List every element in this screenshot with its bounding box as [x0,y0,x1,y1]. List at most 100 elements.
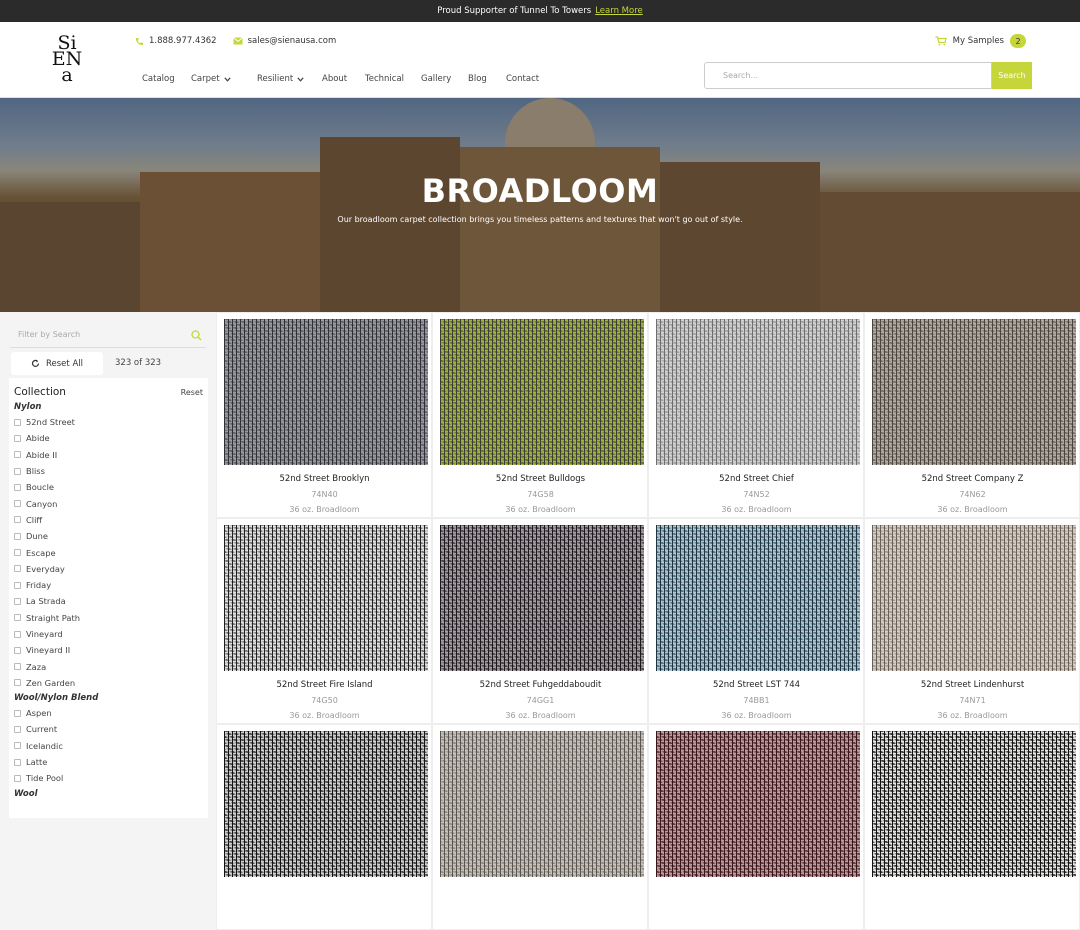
filter-option[interactable]: Zen Garden [14,675,203,691]
my-samples-link[interactable]: My Samples 2 [935,34,1026,48]
filter-checkbox[interactable] [14,646,21,654]
filter-option[interactable]: Boucle [14,479,203,495]
filter-option[interactable]: Escape [14,544,203,560]
nav-carpet[interactable]: Carpet [191,74,257,84]
filter-checkbox[interactable] [14,532,21,540]
filter-checkbox[interactable] [14,725,21,733]
carpet-swatch-image[interactable] [872,319,1076,465]
cart-icon [935,36,947,46]
filter-option[interactable]: 52nd Street [14,414,203,430]
filter-checkbox[interactable] [14,742,21,750]
product-card[interactable]: 52nd Street Chief 74N52 36 oz. Broadloom [648,312,864,518]
filter-checkbox[interactable] [14,774,21,782]
nav-contact[interactable]: Contact [506,74,539,84]
carpet-swatch-image[interactable] [872,731,1076,877]
carpet-swatch-image[interactable] [872,525,1076,671]
filter-checkbox[interactable] [14,549,21,557]
carpet-swatch-image[interactable] [440,319,644,465]
filter-option[interactable]: Cliff [14,512,203,528]
carpet-swatch-image[interactable] [656,319,860,465]
filter-checkbox[interactable] [14,581,21,589]
filter-option[interactable]: Vineyard II [14,642,203,658]
nav-label: Contact [506,74,540,84]
filter-option[interactable]: Icelandic [14,738,203,754]
filter-checkbox[interactable] [14,483,21,491]
filter-option[interactable]: Friday [14,577,203,593]
filter-checkbox[interactable] [14,597,21,605]
collection-reset-link[interactable]: Reset [181,388,203,397]
carpet-swatch-image[interactable] [224,525,428,671]
product-name[interactable]: 52nd Street Chief [656,474,857,484]
filter-checkbox[interactable] [14,434,21,442]
filter-checkbox[interactable] [14,467,21,475]
product-card[interactable]: 52nd Street Bulldogs 74G58 36 oz. Broadloo… [432,312,648,518]
filter-option[interactable]: Dune [14,528,203,544]
filter-option[interactable]: Current [14,721,203,737]
filter-option[interactable]: Everyday [14,561,203,577]
filter-option[interactable]: Abide [14,430,203,446]
filter-option[interactable]: Tide Pool [14,770,203,786]
product-card[interactable]: 52nd Street Company Z 74N62 36 oz. Broadlo… [864,312,1080,518]
learn-more-link[interactable]: Learn More [595,6,643,16]
nav-technical[interactable]: Technical [365,74,421,84]
filter-checkbox[interactable] [14,758,21,766]
filter-checkbox[interactable] [14,500,21,508]
carpet-swatch-image[interactable] [656,731,860,877]
filter-option[interactable]: Vineyard [14,626,203,642]
siena-logo[interactable]: Si EN a [52,28,83,90]
nav-about[interactable]: About [322,74,365,84]
filter-checkbox[interactable] [14,418,21,426]
product-card[interactable]: 52nd Street Lindenhurst 74N71 36 oz. Broad… [864,518,1080,724]
product-card[interactable] [648,724,864,930]
filter-option[interactable]: La Strada [14,593,203,609]
filter-option[interactable]: Aspen [14,705,203,721]
product-card[interactable] [216,724,432,930]
product-card[interactable] [864,724,1080,930]
filter-checkbox[interactable] [14,630,21,638]
filter-checkbox[interactable] [14,614,21,622]
reset-all-button[interactable]: Reset All [11,352,103,375]
email-link[interactable]: sales@sienausa.com [232,36,336,46]
carpet-swatch-image[interactable] [224,731,428,877]
product-name[interactable]: 52nd Street Brooklyn [224,474,425,484]
filter-checkbox[interactable] [14,516,21,524]
samples-count-badge: 2 [1010,34,1026,48]
filter-option[interactable]: Straight Path [14,610,203,626]
carpet-swatch-image[interactable] [440,525,644,671]
product-card[interactable]: 52nd Street Fire Island 74G50 36 oz. Broad… [216,518,432,724]
filter-search-placeholder: Filter by Search [18,330,81,339]
product-name[interactable]: 52nd Street Fuhgeddaboudit [440,680,641,690]
nav-blog[interactable]: Blog [468,74,506,84]
filter-option[interactable]: Canyon [14,495,203,511]
product-name[interactable]: 52nd Street Lindenhurst [872,680,1073,690]
filter-option-label: Cliff [26,514,43,525]
product-card[interactable]: 52nd Street Fuhgeddaboudit 74GG1 36 oz. Br… [432,518,648,724]
filter-option[interactable]: Bliss [14,463,203,479]
product-card[interactable]: 52nd Street LST 744 74BB1 36 oz. Broadloom [648,518,864,724]
product-card[interactable]: 52nd Street Brooklyn 74N40 36 oz. Broadloo… [216,312,432,518]
search-button[interactable]: Search [992,62,1032,89]
nav-resilient[interactable]: Resilient [257,74,322,84]
filter-search-input[interactable]: Filter by Search [10,322,206,348]
product-spec: 36 oz. Broadloom [937,711,1008,720]
filter-checkbox[interactable] [14,451,21,459]
carpet-swatch-image[interactable] [224,319,428,465]
filter-checkbox[interactable] [14,565,21,573]
product-card[interactable] [432,724,648,930]
nav-gallery[interactable]: Gallery [421,74,468,84]
phone-link[interactable]: 1.888.977.4362 [134,36,217,46]
product-name[interactable]: 52nd Street LST 744 [656,680,857,690]
filter-checkbox[interactable] [14,663,21,671]
nav-catalog[interactable]: Catalog [142,74,191,84]
filter-option[interactable]: Latte [14,754,203,770]
product-name[interactable]: 52nd Street Company Z [872,474,1073,484]
product-name[interactable]: 52nd Street Bulldogs [440,474,641,484]
product-name[interactable]: 52nd Street Fire Island [224,680,425,690]
carpet-swatch-image[interactable] [656,525,860,671]
site-search-input[interactable]: Search... [704,62,992,89]
filter-checkbox[interactable] [14,709,21,717]
filter-checkbox[interactable] [14,679,21,687]
carpet-swatch-image[interactable] [440,731,644,877]
filter-option[interactable]: Zaza [14,658,203,674]
filter-option[interactable]: Abide II [14,447,203,463]
